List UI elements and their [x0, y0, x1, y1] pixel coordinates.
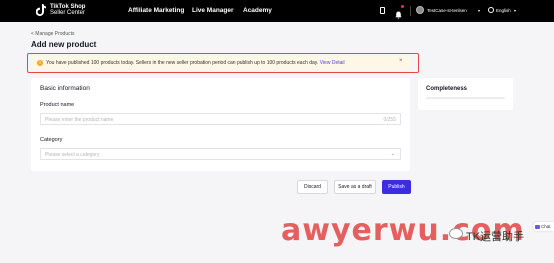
completeness-progress-bar	[426, 97, 505, 99]
category-placeholder: Please select a category	[45, 152, 100, 158]
document-icon[interactable]	[380, 7, 385, 14]
save-draft-button[interactable]: Save as a draft	[334, 180, 376, 194]
language-selector[interactable]: English	[496, 8, 511, 13]
breadcrumb[interactable]: < Manage Products	[31, 31, 75, 37]
notice-banner: ! You have published 100 products today.…	[31, 56, 410, 69]
completeness-card: Completeness	[418, 78, 513, 110]
product-name-input[interactable]: Please enter the product name 0/255	[40, 113, 401, 125]
chevron-down-icon: ⌄	[390, 151, 395, 157]
page-title: Add new product	[31, 40, 97, 49]
chevron-down-icon[interactable]: ▾	[478, 8, 480, 13]
view-detail-link[interactable]: View Detail	[320, 60, 345, 66]
product-name-label: Product name	[40, 102, 75, 108]
warning-icon: !	[37, 59, 43, 66]
chat-button[interactable]: Chat	[533, 222, 554, 231]
chat-label: Chat	[541, 224, 551, 229]
section-title: Basic information	[40, 85, 90, 92]
nav-live-manager[interactable]: Live Manager	[192, 7, 234, 14]
completeness-title: Completeness	[426, 86, 468, 92]
category-select[interactable]: Please select a category ⌄	[40, 148, 401, 160]
chat-icon	[535, 224, 540, 229]
character-counter: 0/255	[383, 117, 396, 123]
account-name[interactable]: TestCase-st-tenlsen	[427, 8, 467, 13]
top-navigation-bar: TikTok Shop Seller Center Affiliate Mark…	[0, 0, 554, 22]
notice-message: You have published 100 products today. S…	[46, 59, 319, 66]
tiktok-logo-icon	[36, 4, 47, 16]
notification-dot	[401, 5, 404, 8]
close-icon[interactable]: ×	[399, 58, 403, 64]
globe-icon[interactable]	[488, 7, 494, 13]
product-name-placeholder: Please enter the product name	[45, 117, 114, 123]
nav-academy[interactable]: Academy	[243, 7, 272, 14]
tiktok-shop-logo[interactable]: TikTok Shop Seller Center	[36, 4, 85, 16]
watermark-caption: TK运营助手	[466, 231, 525, 243]
logo-subtitle: Seller Center	[50, 10, 86, 16]
chevron-down-icon[interactable]: ▾	[514, 8, 516, 13]
header-divider	[410, 6, 411, 16]
publish-button[interactable]: Publish	[382, 180, 411, 194]
nav-affiliate-marketing[interactable]: Affiliate Marketing	[128, 7, 184, 14]
discard-button[interactable]: Discard	[297, 180, 328, 194]
category-label: Category	[40, 137, 63, 143]
avatar[interactable]	[416, 6, 424, 14]
basic-information-card: Basic information Product name Please en…	[31, 78, 410, 171]
wechat-icon	[449, 228, 463, 239]
